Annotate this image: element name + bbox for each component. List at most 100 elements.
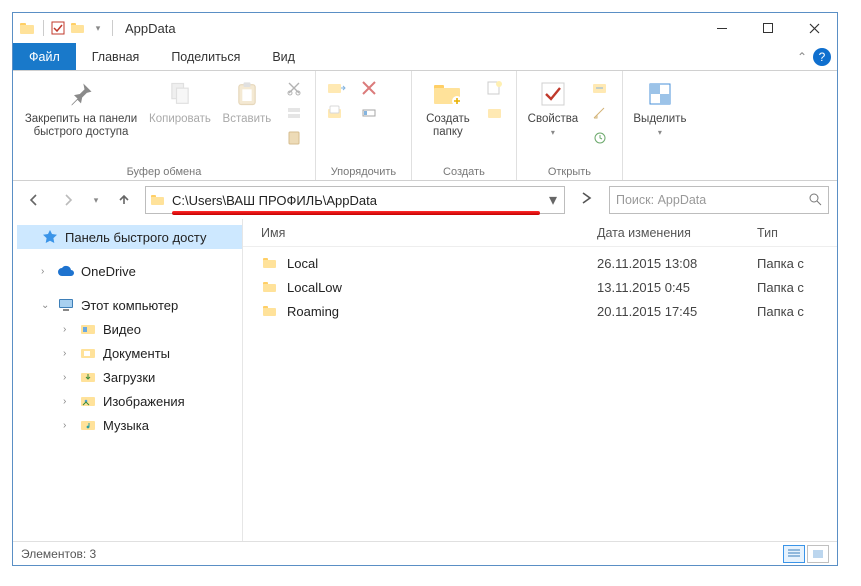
- paste-label: Вставить: [223, 113, 272, 126]
- nav-this-pc[interactable]: ⌄ Этот компьютер: [17, 293, 242, 317]
- nav-music[interactable]: › Музыка: [17, 413, 242, 437]
- col-type[interactable]: Тип: [757, 226, 837, 240]
- help-button[interactable]: ?: [813, 48, 831, 66]
- list-item[interactable]: LocalLow 13.11.2015 0:45 Папка с: [243, 275, 837, 299]
- nav-label: Этот компьютер: [81, 298, 178, 313]
- rename-icon[interactable]: [356, 102, 382, 124]
- chevron-right-icon: ›: [41, 266, 51, 277]
- app-folder-icon: [19, 20, 35, 36]
- maximize-button[interactable]: [745, 13, 791, 43]
- list-item[interactable]: Local 26.11.2015 13:08 Папка с: [243, 251, 837, 275]
- close-button[interactable]: [791, 13, 837, 43]
- minimize-button[interactable]: [699, 13, 745, 43]
- nav-label: OneDrive: [81, 264, 136, 279]
- nav-pictures[interactable]: › Изображения: [17, 389, 242, 413]
- list-item[interactable]: Roaming 20.11.2015 17:45 Папка с: [243, 299, 837, 323]
- organize-group-label: Упорядочить: [324, 164, 403, 178]
- copy-to-icon[interactable]: [324, 102, 350, 124]
- move-to-icon[interactable]: [324, 77, 350, 99]
- tab-view[interactable]: Вид: [256, 43, 311, 70]
- tab-share[interactable]: Поделиться: [155, 43, 256, 70]
- nav-label: Панель быстрого досту: [65, 230, 206, 245]
- easy-access-icon[interactable]: [482, 102, 508, 124]
- search-icon: [808, 192, 822, 209]
- status-item-count: Элементов: 3: [21, 547, 96, 561]
- select-button[interactable]: Выделить ▾: [631, 75, 688, 139]
- cloud-icon: [57, 262, 75, 280]
- up-button[interactable]: [111, 187, 137, 213]
- select-label: Выделить: [633, 113, 686, 126]
- pc-icon: [57, 296, 75, 314]
- new-folder-label: Создать папку: [426, 113, 470, 139]
- status-bar: Элементов: 3: [13, 541, 837, 565]
- forward-button[interactable]: [55, 187, 81, 213]
- file-list: Имя Дата изменения Тип Local 26.11.2015 …: [243, 219, 837, 541]
- nav-quick-access[interactable]: Панель быстрого досту: [17, 225, 242, 249]
- nav-label: Загрузки: [103, 370, 155, 385]
- copy-path-icon[interactable]: [281, 102, 307, 124]
- nav-label: Видео: [103, 322, 141, 337]
- qat-dropdown-icon[interactable]: ▾: [90, 20, 106, 36]
- cut-icon[interactable]: [281, 77, 307, 99]
- address-dropdown-icon[interactable]: ▾: [542, 190, 564, 210]
- copy-icon: [163, 77, 197, 111]
- properties-icon: [536, 77, 570, 111]
- copy-label: Копировать: [149, 113, 211, 126]
- col-date[interactable]: Дата изменения: [597, 226, 757, 240]
- tab-file[interactable]: Файл: [13, 43, 76, 70]
- tab-home[interactable]: Главная: [76, 43, 156, 70]
- nav-downloads[interactable]: › Загрузки: [17, 365, 242, 389]
- new-group-label: Создать: [420, 164, 508, 178]
- clipboard-group-label: Буфер обмена: [21, 164, 307, 178]
- file-type: Папка с: [757, 304, 837, 319]
- open-group-label: Открыть: [525, 164, 614, 178]
- explorer-window: ▾ AppData Файл Главная Поделиться Вид ⌃ …: [12, 12, 838, 566]
- new-item-icon[interactable]: [482, 77, 508, 99]
- star-icon: [41, 228, 59, 246]
- pictures-folder-icon: [79, 392, 97, 410]
- copy-button[interactable]: Копировать: [147, 75, 213, 128]
- nav-videos[interactable]: › Видео: [17, 317, 242, 341]
- paste-icon: [230, 77, 264, 111]
- address-bar[interactable]: C:\Users\ВАШ ПРОФИЛЬ\AppData ▾: [145, 186, 565, 214]
- icons-view-toggle[interactable]: [807, 545, 829, 563]
- history-icon[interactable]: [587, 127, 613, 149]
- ribbon: Закрепить на панели быстрого доступа Коп…: [13, 71, 837, 181]
- annotation-underline: [172, 211, 540, 215]
- nav-documents[interactable]: › Документы: [17, 341, 242, 365]
- window-controls: [699, 13, 837, 43]
- folder-icon: [261, 302, 279, 320]
- nav-address-bar: ▾ C:\Users\ВАШ ПРОФИЛЬ\AppData ▾ Поиск: …: [13, 181, 837, 219]
- qat-folder-icon[interactable]: [70, 20, 86, 36]
- file-name: LocalLow: [287, 280, 342, 295]
- paste-button[interactable]: Вставить: [219, 75, 275, 128]
- file-date: 13.11.2015 0:45: [597, 280, 757, 295]
- qat-properties-icon[interactable]: [50, 20, 66, 36]
- details-view-toggle[interactable]: [783, 545, 805, 563]
- ribbon-tabs: Файл Главная Поделиться Вид ⌃ ?: [13, 43, 837, 71]
- collapse-ribbon-icon[interactable]: ⌃: [797, 50, 807, 64]
- paste-shortcut-icon[interactable]: [281, 127, 307, 149]
- navigation-pane: Панель быстрого досту › OneDrive ⌄ Этот …: [13, 219, 243, 541]
- pin-icon: [64, 77, 98, 111]
- properties-button[interactable]: Свойства ▾: [525, 75, 581, 139]
- pin-quick-access-button[interactable]: Закрепить на панели быстрого доступа: [21, 75, 141, 141]
- nav-label: Документы: [103, 346, 170, 361]
- titlebar: ▾ AppData: [13, 13, 837, 43]
- new-folder-icon: [431, 77, 465, 111]
- file-date: 20.11.2015 17:45: [597, 304, 757, 319]
- chevron-right-icon: ›: [63, 324, 73, 335]
- open-icon[interactable]: [587, 77, 613, 99]
- edit-icon[interactable]: [587, 102, 613, 124]
- delete-icon[interactable]: [356, 77, 382, 99]
- nav-onedrive[interactable]: › OneDrive: [17, 259, 242, 283]
- file-date: 26.11.2015 13:08: [597, 256, 757, 271]
- new-folder-button[interactable]: Создать папку: [420, 75, 476, 141]
- back-button[interactable]: [21, 187, 47, 213]
- search-box[interactable]: Поиск: AppData: [609, 186, 829, 214]
- go-button[interactable]: [579, 190, 595, 211]
- file-name: Local: [287, 256, 318, 271]
- recent-locations-button[interactable]: ▾: [89, 187, 103, 213]
- col-name[interactable]: Имя: [243, 226, 597, 240]
- window-title: AppData: [125, 21, 176, 36]
